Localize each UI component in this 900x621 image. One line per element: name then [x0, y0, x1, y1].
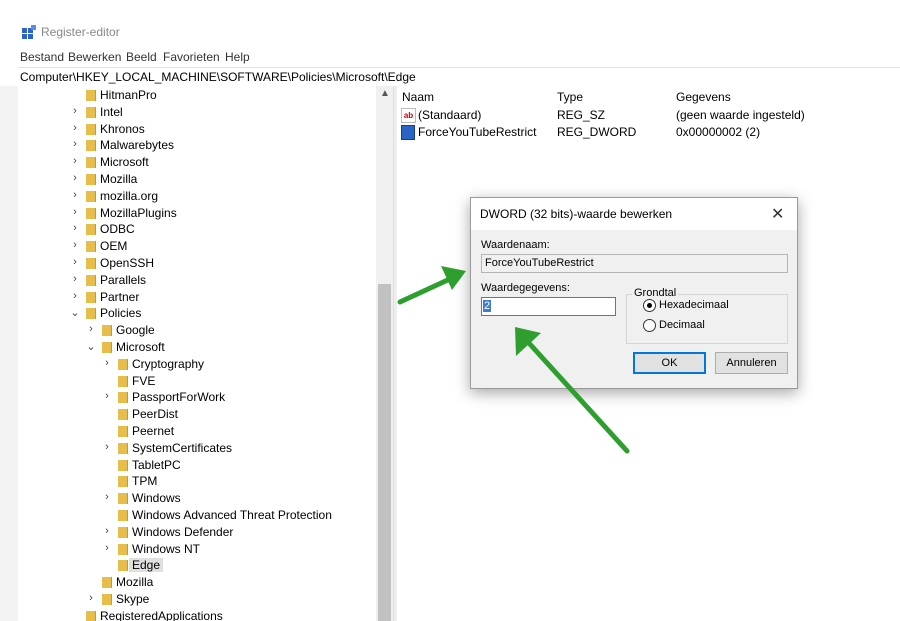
- annotation-arrows: [397, 266, 630, 454]
- annotation-arrow-to-name: [397, 266, 466, 305]
- annotation-arrow-to-data: [515, 327, 630, 454]
- registry-editor-window: Register-editor Bestand Bewerken Beeld F…: [0, 0, 900, 621]
